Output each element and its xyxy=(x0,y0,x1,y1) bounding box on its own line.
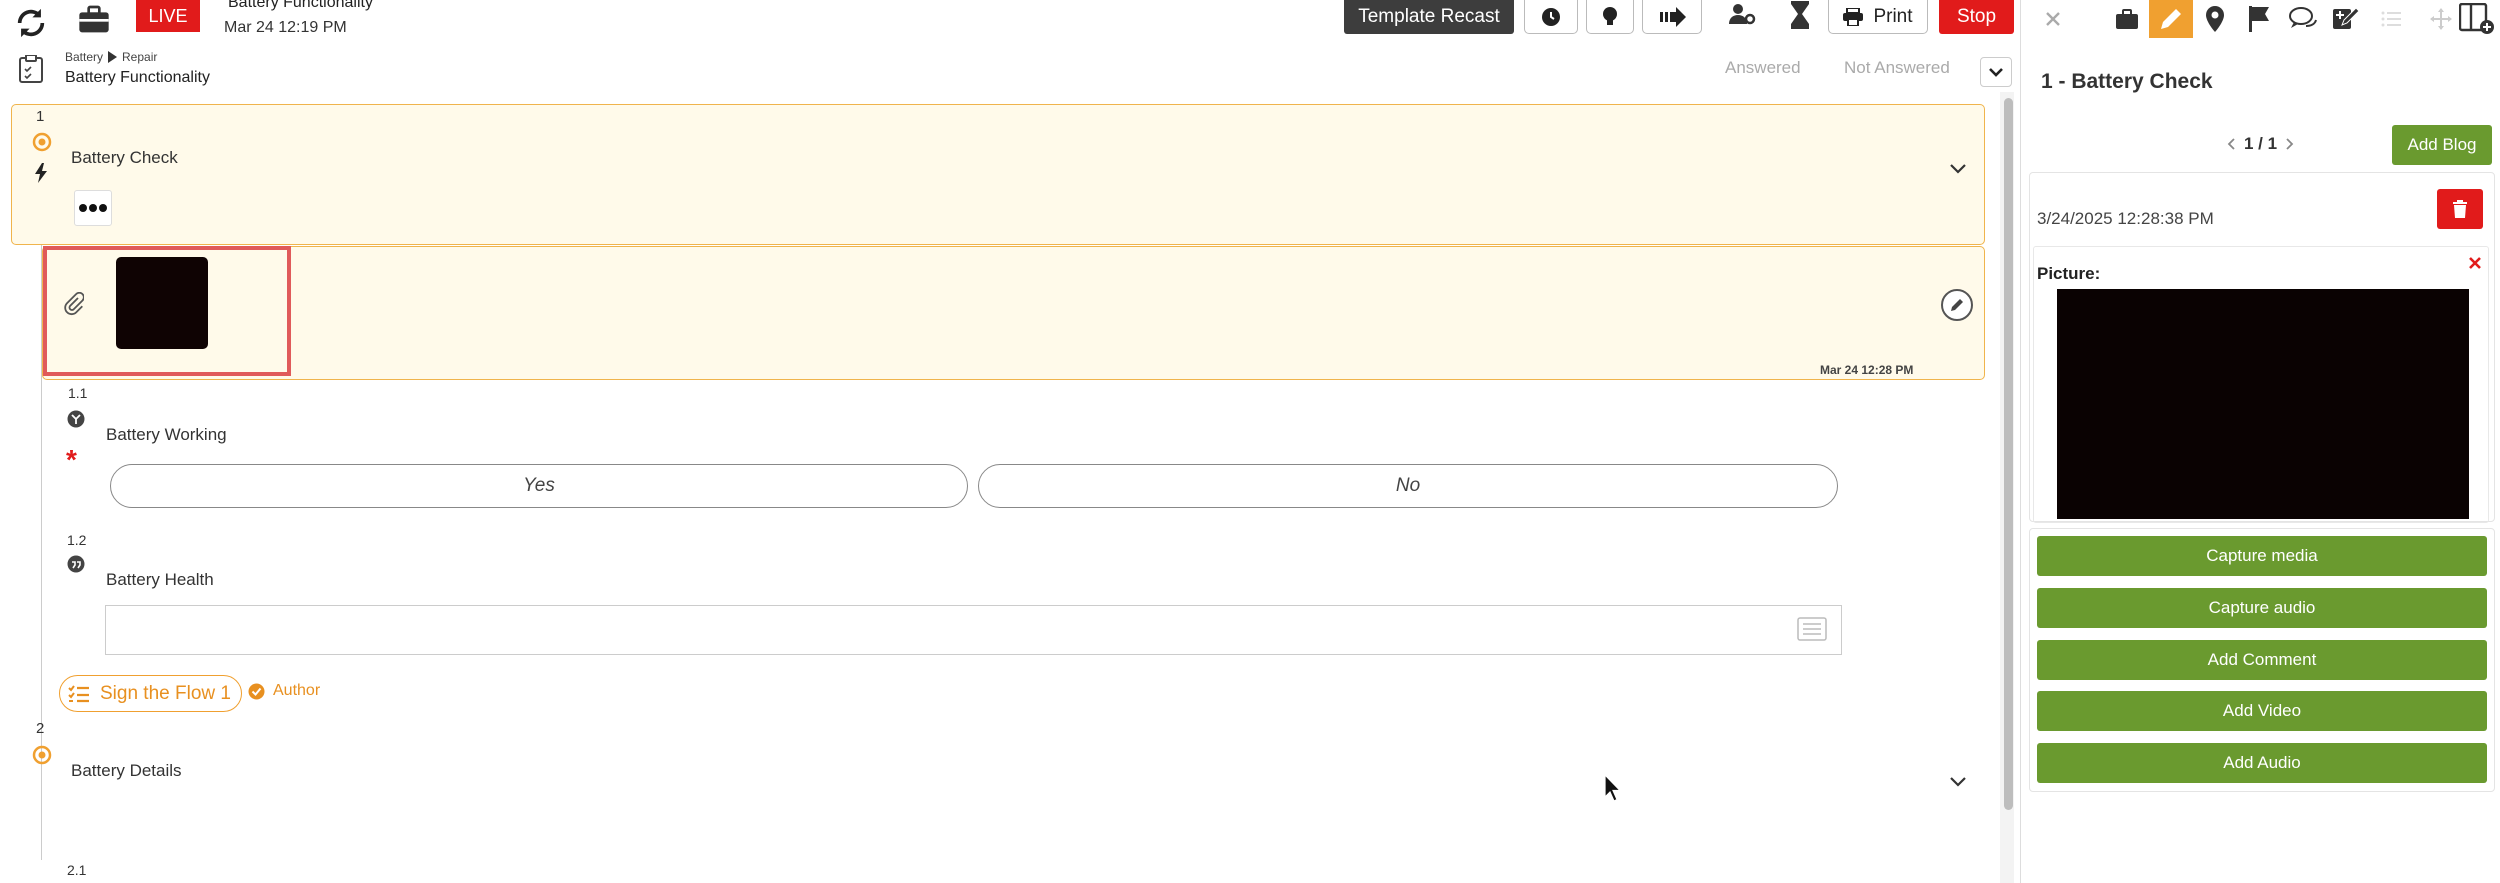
chevron-left-icon[interactable] xyxy=(2226,137,2236,151)
print-button[interactable]: Print xyxy=(1828,0,1928,34)
step-number: 2 xyxy=(36,720,45,737)
required-asterisk-icon: * xyxy=(66,444,77,475)
step-title: Battery Details xyxy=(71,761,182,780)
breadcrumb: Battery Repair xyxy=(65,50,157,64)
scrollbar-thumb[interactable] xyxy=(2004,98,2013,810)
stop-button[interactable]: Stop xyxy=(1939,0,2014,34)
yes-no-type-icon xyxy=(67,410,85,428)
add-video-button[interactable]: Add Video xyxy=(2037,691,2487,731)
picture-label: Picture: xyxy=(2037,264,2101,283)
question-label: Battery Working xyxy=(106,425,227,444)
delete-button[interactable] xyxy=(2437,189,2483,229)
clock-button[interactable] xyxy=(1524,0,1578,34)
close-icon[interactable] xyxy=(2031,0,2075,38)
chevron-down-icon[interactable] xyxy=(1949,776,1967,788)
pager: 1 / 1 xyxy=(2226,134,2295,154)
filter-not-answered[interactable]: Not Answered xyxy=(1844,58,1950,78)
lightbulb-button[interactable] xyxy=(1586,0,1634,34)
checklist-icon xyxy=(68,684,89,702)
collapse-button[interactable] xyxy=(1980,57,2012,87)
pencil-icon xyxy=(1951,299,1963,311)
hourglass-icon[interactable] xyxy=(1788,0,1812,30)
printer-icon xyxy=(1843,7,1864,26)
question-number: 2.1 xyxy=(67,862,87,878)
chevron-down-icon[interactable] xyxy=(1949,163,1967,175)
battery-health-input[interactable] xyxy=(105,605,1842,655)
sign-flow-button[interactable]: Sign the Flow 1 xyxy=(59,675,242,712)
add-blog-button[interactable]: Add Blog xyxy=(2392,125,2492,165)
pencil-tab-icon[interactable] xyxy=(2149,0,2193,38)
sign-flow-label: Sign the Flow 1 xyxy=(100,682,231,704)
top-toolbar: LIVE Battery Functionality Mar 24 12:19 … xyxy=(0,0,2020,46)
attachment-timestamp: Mar 24 12:28 PM xyxy=(1820,363,1914,377)
paperclip-icon[interactable] xyxy=(64,292,84,316)
lightning-icon xyxy=(33,163,49,183)
arrow-right-icon xyxy=(1660,6,1686,27)
session-title: Battery Functionality xyxy=(228,0,373,11)
location-pin-icon[interactable] xyxy=(2193,0,2237,38)
more-dots-icon xyxy=(79,204,107,212)
filter-answered[interactable]: Answered xyxy=(1725,58,1801,78)
briefcase-icon[interactable] xyxy=(2105,0,2149,38)
breadcrumb-arrow-icon xyxy=(108,51,118,63)
entry-timestamp: 3/24/2025 12:28:38 PM xyxy=(2037,209,2214,228)
edit-plus-icon[interactable] xyxy=(2325,0,2369,38)
option-no-button[interactable]: No xyxy=(978,464,1838,508)
breadcrumb-item[interactable]: Battery xyxy=(65,50,103,64)
panel-title: 1 - Battery Check xyxy=(2041,70,2213,93)
step-title: Battery Check xyxy=(71,148,178,167)
question-label: Battery Health xyxy=(106,570,214,589)
capture-media-button[interactable]: Capture media xyxy=(2037,536,2487,576)
live-badge: LIVE xyxy=(136,0,200,32)
page-title: Battery Functionality xyxy=(65,69,210,86)
author-label: Author xyxy=(273,682,321,699)
capture-audio-button[interactable]: Capture audio xyxy=(2037,588,2487,628)
right-panel: 1 - Battery Check 1 / 1 Add Blog 3/24/20… xyxy=(2020,0,2500,883)
chevron-right-icon[interactable] xyxy=(2285,137,2295,151)
pager-label: 1 / 1 xyxy=(2244,134,2278,153)
question-number: 1.2 xyxy=(67,532,87,548)
add-audio-button[interactable]: Add Audio xyxy=(2037,743,2487,783)
trash-icon xyxy=(2453,200,2467,218)
clock-icon xyxy=(1542,7,1560,26)
session-datetime: Mar 24 12:19 PM xyxy=(224,19,347,36)
option-yes-button[interactable]: Yes xyxy=(110,464,968,508)
forward-button[interactable] xyxy=(1642,0,1702,34)
add-comment-button[interactable]: Add Comment xyxy=(2037,640,2487,680)
text-entry-icon[interactable] xyxy=(1797,617,1827,641)
remove-picture-icon[interactable] xyxy=(2468,256,2482,270)
print-label: Print xyxy=(1873,5,1913,27)
step-card[interactable] xyxy=(11,104,1985,245)
layout-add-icon[interactable] xyxy=(2455,0,2499,38)
question-number: 1.1 xyxy=(68,385,88,401)
more-options-button[interactable] xyxy=(74,190,112,226)
comments-icon[interactable] xyxy=(2281,0,2325,38)
edit-button[interactable] xyxy=(1941,289,1973,321)
flag-icon[interactable] xyxy=(2237,0,2281,38)
quote-type-icon xyxy=(67,555,85,573)
checklist-icon xyxy=(18,55,44,83)
step-status-icon xyxy=(32,132,52,152)
list-icon xyxy=(2369,0,2413,38)
author-tag: Author xyxy=(248,682,320,700)
template-recast-button[interactable]: Template Recast xyxy=(1344,0,1514,34)
attachment-card xyxy=(42,246,1985,380)
step-status-icon xyxy=(32,745,52,765)
refresh-icon[interactable] xyxy=(14,6,48,40)
check-circle-icon xyxy=(248,683,265,699)
user-settings-icon[interactable] xyxy=(1728,2,1756,28)
attachment-thumbnail[interactable] xyxy=(116,257,208,349)
briefcase-icon[interactable] xyxy=(78,4,110,34)
chevron-down-icon xyxy=(1989,68,2003,77)
mouse-cursor-icon xyxy=(1604,774,1622,802)
step-number: 1 xyxy=(36,108,45,125)
picture-preview[interactable] xyxy=(2057,289,2469,519)
breadcrumb-item[interactable]: Repair xyxy=(122,50,157,64)
lightbulb-icon xyxy=(1603,6,1617,25)
